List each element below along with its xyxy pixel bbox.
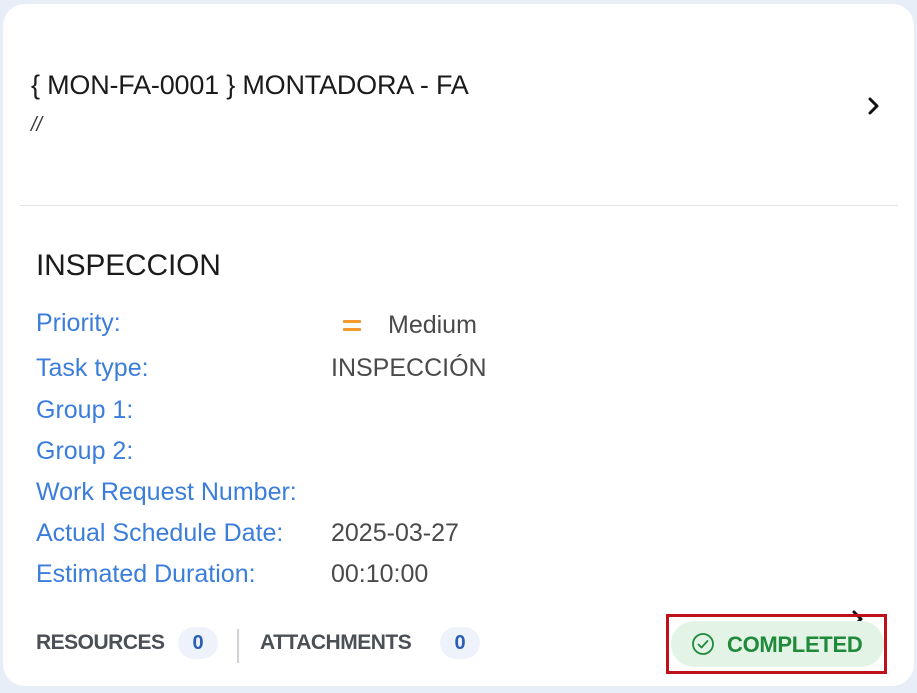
resources-count-badge: 0	[178, 627, 218, 659]
task-details[interactable]: INSPECCION Priority: Medium Task type: I…	[3, 207, 914, 628]
field-label: Actual Schedule Date:	[36, 519, 284, 547]
attachments-count-badge: 0	[440, 627, 480, 659]
field-label: Group 2:	[36, 437, 134, 465]
separator	[237, 629, 239, 663]
field-label: Work Request Number:	[36, 478, 297, 506]
field-estimated-duration: Estimated Duration: 00:10:00	[36, 560, 596, 592]
field-value: 00:10:00	[331, 560, 429, 588]
card-footer: RESOURCES 0 ATTACHMENTS 0 COMPLETED	[3, 614, 914, 674]
status-badge[interactable]: COMPLETED	[671, 621, 884, 667]
priority-text: Medium	[388, 311, 477, 339]
field-label: Estimated Duration:	[36, 560, 256, 588]
attachments-label[interactable]: ATTACHMENTS	[260, 631, 412, 655]
divider	[20, 205, 898, 206]
field-group-1: Group 1:	[36, 396, 596, 428]
asset-title: { MON-FA-0001 } MONTADORA - FA	[31, 70, 469, 100]
task-title: INSPECCION	[36, 249, 221, 282]
field-label: Task type:	[36, 354, 149, 382]
field-value: 2025-03-27	[331, 519, 459, 547]
asset-header[interactable]: { MON-FA-0001 } MONTADORA - FA //	[3, 4, 914, 206]
field-task-type: Task type: INSPECCIÓN	[36, 354, 596, 386]
field-work-request-number: Work Request Number:	[36, 478, 596, 510]
field-actual-schedule-date: Actual Schedule Date: 2025-03-27	[36, 519, 596, 551]
asset-subtitle: //	[31, 114, 43, 136]
field-group-2: Group 2:	[36, 437, 596, 469]
task-card: { MON-FA-0001 } MONTADORA - FA // INSPEC…	[3, 4, 914, 686]
check-circle-icon	[691, 632, 715, 656]
priority-medium-icon	[343, 320, 361, 332]
field-label: Group 1:	[36, 396, 134, 424]
chevron-right-icon[interactable]	[867, 96, 881, 116]
field-label: Priority:	[36, 309, 121, 337]
field-value: INSPECCIÓN	[331, 354, 487, 382]
status-text: COMPLETED	[727, 632, 863, 657]
resources-label[interactable]: RESOURCES	[36, 631, 165, 655]
field-priority: Priority: Medium	[36, 309, 596, 341]
